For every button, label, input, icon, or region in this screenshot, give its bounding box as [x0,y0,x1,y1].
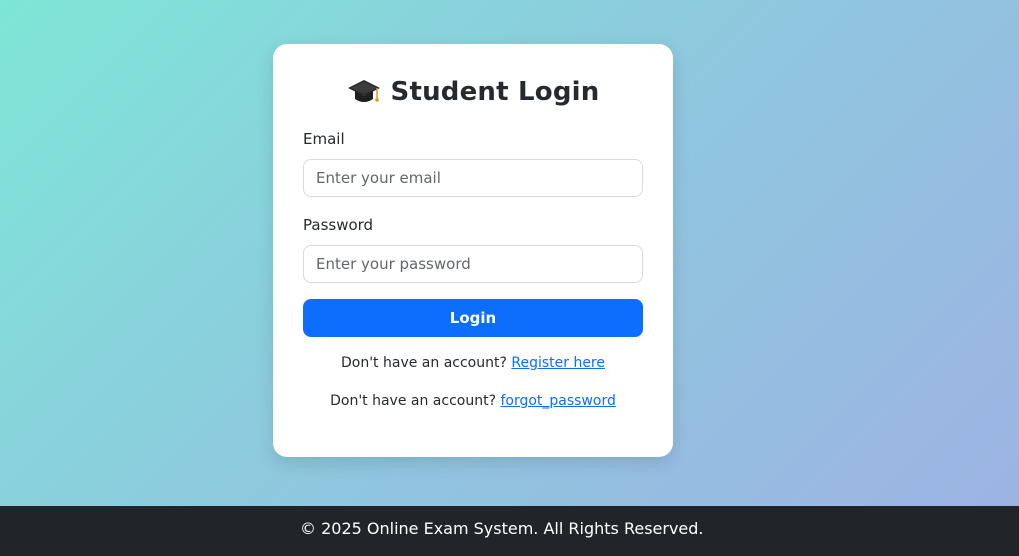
register-link[interactable]: Register here [511,355,605,371]
login-button[interactable]: Login [303,299,643,337]
email-input[interactable] [303,159,643,197]
login-header: Student Login [273,74,673,110]
register-prompt: Don't have an account? [340,355,507,371]
email-label: Email [303,130,345,148]
footer: © 2025 Online Exam System. All Rights Re… [0,506,1019,556]
page-title: Student Login [390,77,600,107]
forgot-prompt: Don't have an account? [330,393,497,409]
graduation-cap-icon [347,77,381,107]
footer-copyright: © 2025 Online Exam System. All Rights Re… [300,519,704,538]
forgot-line: Don't have an account? forgot_password [273,393,673,409]
forgot-password-link[interactable]: forgot_password [500,393,615,409]
password-input[interactable] [303,245,643,283]
register-line: Don't have an account? Register here [273,355,673,371]
login-card: Student Login Email Password Login Don't… [273,44,673,457]
password-label: Password [303,216,374,234]
